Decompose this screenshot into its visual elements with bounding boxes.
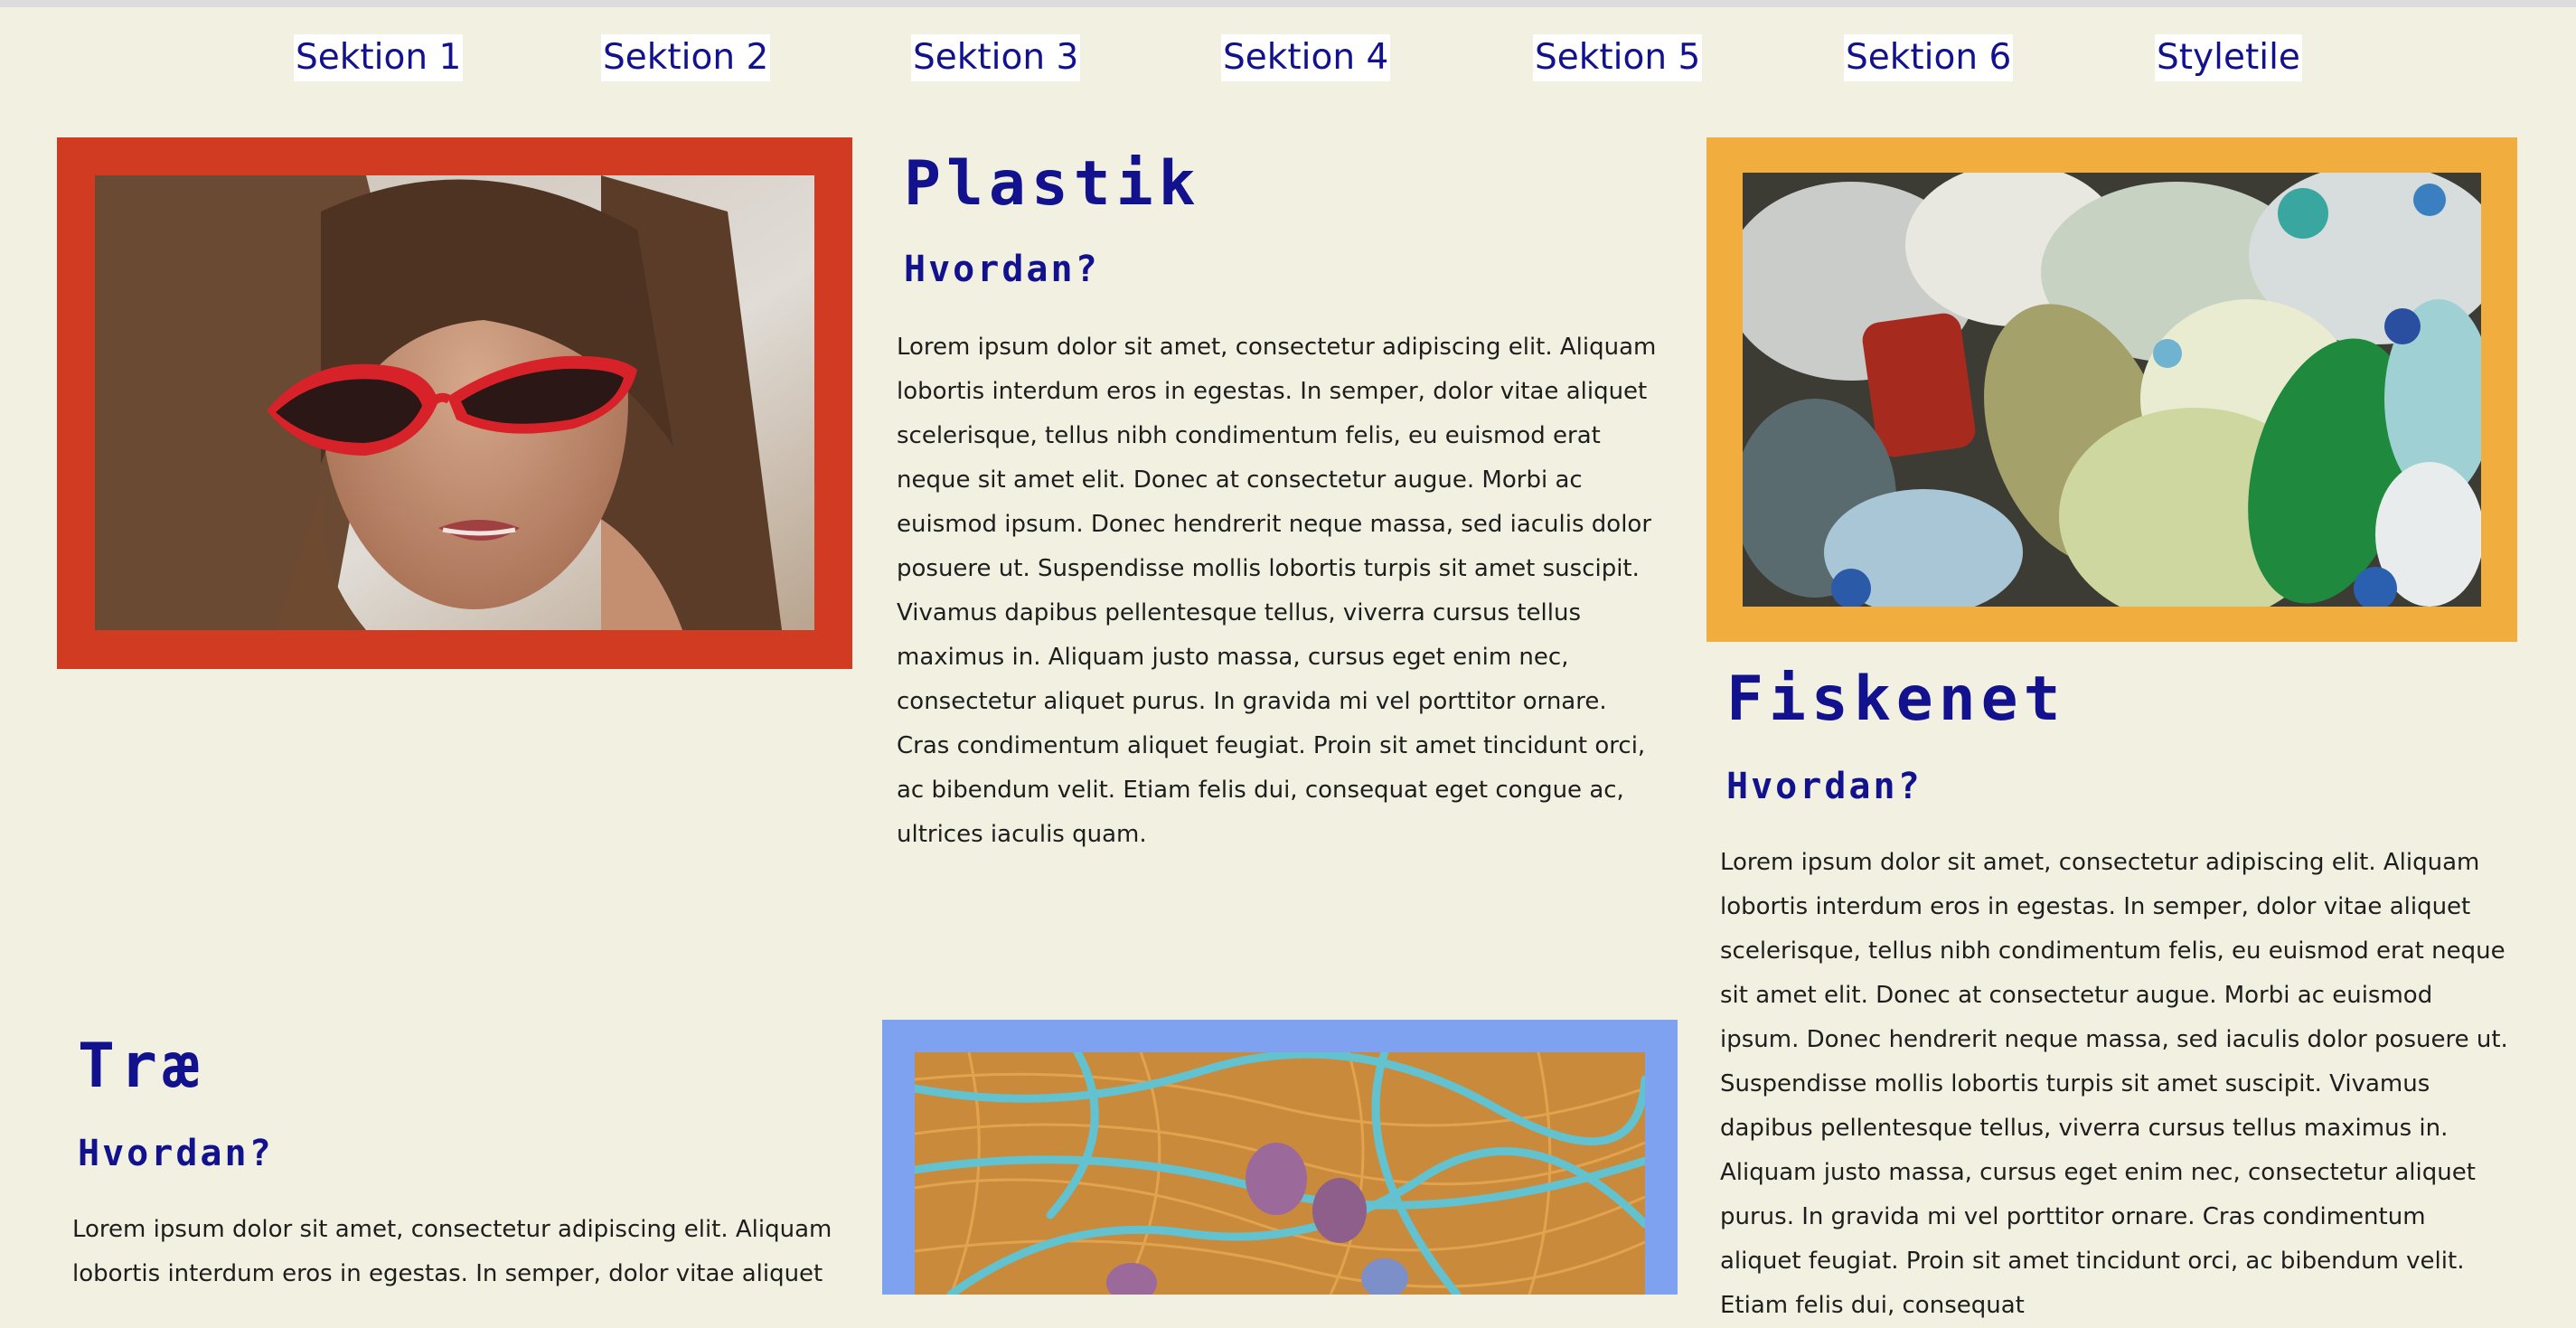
woman-photo-frame xyxy=(57,137,852,669)
fiskenet-heading: Fiskenet xyxy=(1726,664,2066,735)
nav-link-sektion-2[interactable]: Sektion 2 xyxy=(601,34,771,81)
nav-link-sektion-6[interactable]: Sektion 6 xyxy=(1844,34,2014,81)
nav-link-sektion-4[interactable]: Sektion 4 xyxy=(1221,34,1391,81)
fiskenet-body-text: Lorem ipsum dolor sit amet, consectetur … xyxy=(1720,849,2508,1319)
trae-subheading: Hvordan? xyxy=(78,1133,274,1174)
fiskenet-subheading: Hvordan? xyxy=(1726,766,1923,807)
plastik-subheading: Hvordan? xyxy=(904,249,1100,290)
plastik-body-text: Lorem ipsum dolor sit amet, consectetur … xyxy=(897,334,1657,848)
nav-link-sektion-1[interactable]: Sektion 1 xyxy=(294,34,464,81)
plastik-heading: Plastik xyxy=(904,148,1201,220)
woman-sunglasses-illustration xyxy=(95,175,814,630)
browser-top-edge xyxy=(0,0,2576,7)
woman-sunglasses-image xyxy=(95,175,814,630)
fishing-net-image xyxy=(915,1052,1645,1295)
section-nav: Sektion 1 Sektion 2 Sektion 3 Sektion 4 … xyxy=(0,34,2576,83)
fishing-net-photo-frame xyxy=(882,1020,1678,1295)
nav-link-styletile[interactable]: Styletile xyxy=(2155,34,2302,81)
trae-body-text: Lorem ipsum dolor sit amet, consectetur … xyxy=(72,1216,832,1287)
plastic-bottles-image xyxy=(1743,173,2481,607)
plastic-photo-frame xyxy=(1706,137,2517,642)
nav-link-sektion-5[interactable]: Sektion 5 xyxy=(1533,34,1703,81)
plastic-bottles-illustration xyxy=(1743,173,2481,607)
trae-heading: Træ xyxy=(78,1031,205,1102)
fishing-net-illustration xyxy=(915,1052,1645,1295)
nav-link-sektion-3[interactable]: Sektion 3 xyxy=(911,34,1081,81)
